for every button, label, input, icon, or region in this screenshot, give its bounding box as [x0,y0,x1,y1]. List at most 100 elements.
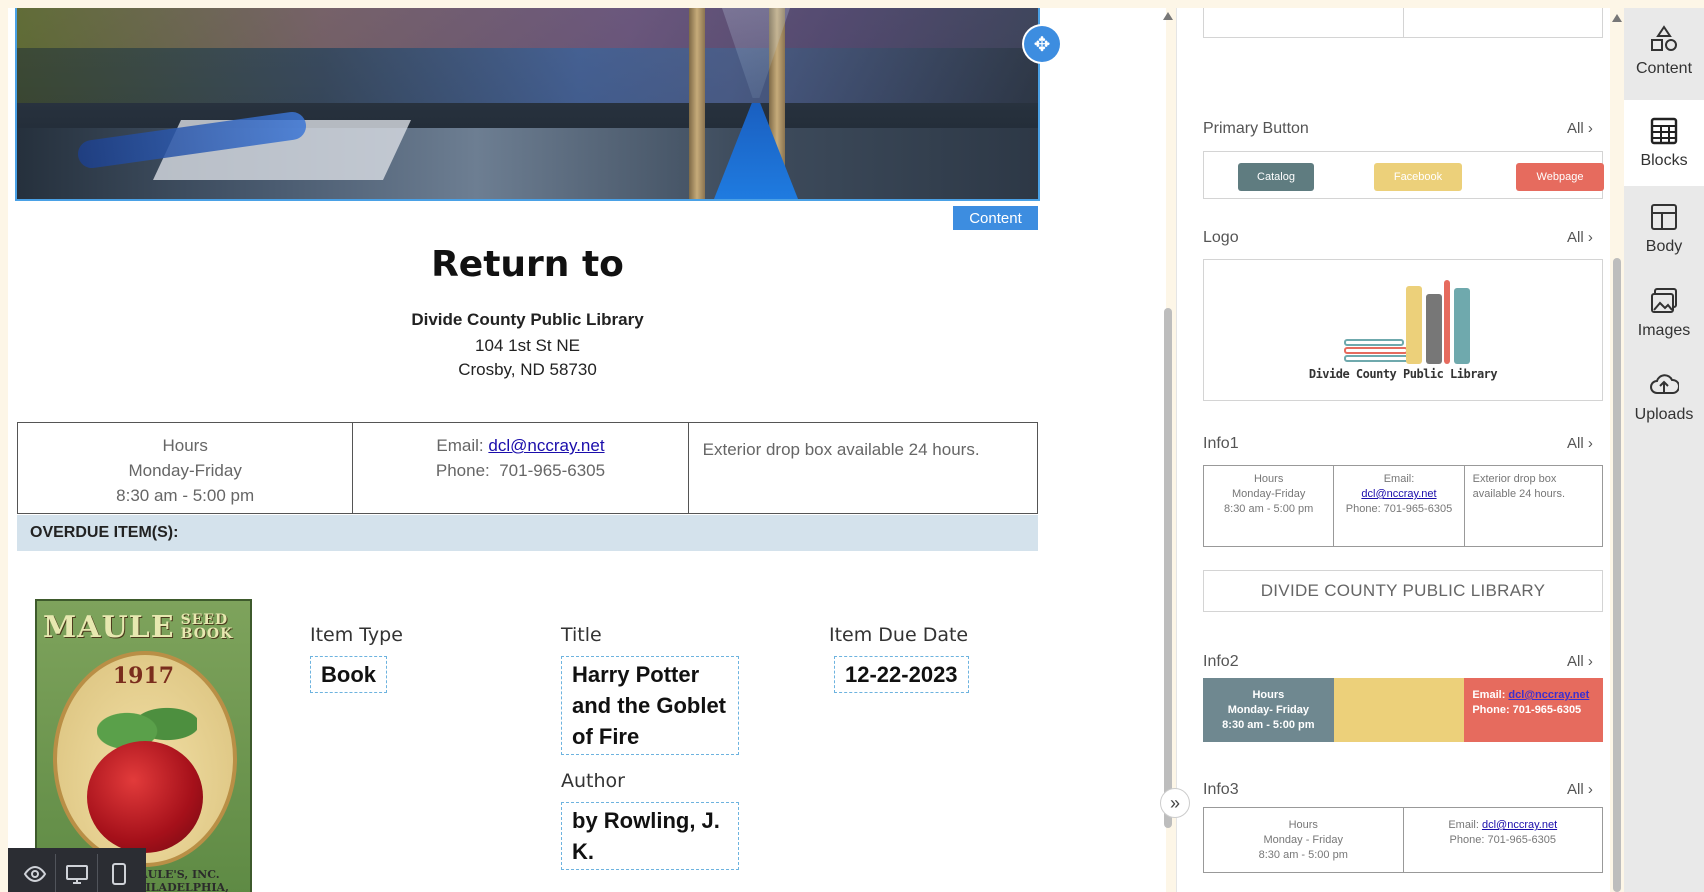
hours-label: Hours [162,436,208,455]
info1-days: Monday-Friday [1231,488,1306,500]
dropbox-text: Exterior drop box available 24 hours. [702,440,980,459]
tab-body-label: Body [1645,238,1683,255]
library-name: Divide County Public Library [411,310,644,329]
info3-block[interactable]: Hours Monday - Friday 8:30 am - 5:00 pm … [1203,807,1603,873]
panel-scroll-up-arrow-icon[interactable] [1612,14,1622,22]
webpage-button-preview: Webpage [1516,163,1604,191]
email-label: Email: [436,436,484,455]
hours-days: Monday-Friday [128,461,242,480]
panel-scrollbar-thumb[interactable] [1613,258,1621,892]
info1-block[interactable]: Hours Monday-Friday 8:30 am - 5:00 pm Em… [1203,465,1603,547]
section-title-logo: Logo [1203,229,1239,246]
info2-email: dcl@nccray.net [1508,689,1590,701]
info3-time: 8:30 am - 5:00 pm [1258,849,1348,861]
shapes-icon [1651,25,1677,51]
section-title-info2: Info2 [1203,653,1239,670]
canvas-scrollbar[interactable] [1163,8,1173,892]
preview-toolbar [8,848,146,892]
layout-icon [1651,204,1677,230]
tab-content-label: Content [1635,60,1693,77]
info3-email: dcl@nccray.net [1481,819,1558,831]
all-link-info1[interactable]: All › [1567,435,1593,452]
hours-time: 8:30 am - 5:00 pm [116,486,255,505]
blocks-icon [1650,117,1678,145]
info3-hours: Hours [1288,819,1318,831]
library-city: Crosby, ND 58730 [458,360,597,379]
due-date-label: Item Due Date [829,624,969,646]
library-street: 104 1st St NE [475,336,580,355]
all-link-info3[interactable]: All › [1567,781,1593,798]
title-label: Title [561,624,602,646]
email-editor: ✥ Content Return to Divide County Public… [0,0,1704,892]
info3-phone: Phone: 701-965-6305 [1449,834,1556,846]
library-logo-icon [1344,280,1474,364]
cover-year: 1917 [112,663,175,689]
scroll-up-arrow-icon[interactable] [1163,12,1173,20]
all-link-logo[interactable]: All › [1567,229,1593,246]
catalog-button-preview: Catalog [1238,163,1314,191]
block-preview-partial[interactable] [1203,8,1603,38]
cover-brand: MAULE [43,609,175,645]
email-link[interactable]: dcl@nccray.net [488,436,604,455]
desktop-view-icon[interactable] [56,854,98,892]
info1-phone: Phone: 701-965-6305 [1345,503,1453,515]
info1-time: 8:30 am - 5:00 pm [1224,503,1314,515]
info1-email: dcl@nccray.net [1361,488,1437,500]
item-type-value[interactable]: Book [310,656,387,693]
logo-block[interactable]: Divide County Public Library [1203,259,1603,401]
tab-uploads-label: Uploads [1634,406,1694,423]
item-type-label: Item Type [310,624,403,646]
section-title-info3: Info3 [1203,781,1239,798]
section-title-info1: Info1 [1203,435,1239,452]
return-title: Return to [431,244,624,285]
info2-hours: Hours [1252,689,1285,701]
tab-uploads[interactable]: Uploads [1624,354,1704,440]
tab-content[interactable]: Content [1624,8,1704,94]
tab-body[interactable]: Body [1624,186,1704,272]
hero-image[interactable] [15,8,1040,201]
move-icon[interactable]: ✥ [1024,26,1060,62]
tab-blocks[interactable]: Blocks [1624,100,1704,186]
phone-number: 701-965-6305 [499,461,606,480]
due-date-value[interactable]: 12-22-2023 [834,656,969,693]
cloud-upload-icon [1650,374,1679,394]
tab-images[interactable]: Images [1624,270,1704,356]
info1-hours: Hours [1253,473,1284,485]
overdue-header: OVERDUE ITEM(S): [17,515,1038,551]
tab-images-label: Images [1637,322,1691,339]
facebook-button-preview: Facebook [1374,163,1462,191]
primary-button-block[interactable]: Catalog Facebook Webpage [1203,151,1604,199]
scrollbar-thumb[interactable] [1164,308,1172,828]
preview-eye-icon[interactable] [14,854,56,892]
all-link-info2[interactable]: All › [1567,653,1593,670]
mobile-view-icon[interactable] [98,854,140,892]
panel-scrollbar[interactable] [1611,8,1623,892]
contact-cell: Email: dcl@nccray.net Phone: 701-965-630… [353,423,689,513]
phone-label: Phone: [435,461,490,480]
blocks-panel: Primary Button All › Catalog Facebook We… [1176,8,1610,892]
images-icon [1651,288,1677,313]
info2-time: 8:30 am - 5:00 pm [1222,719,1315,731]
info2-block[interactable]: Hours Monday- Friday 8:30 am - 5:00 pm E… [1203,678,1604,742]
info1-dropbox: Exterior drop box available 24 hours. [1472,473,1565,500]
info2-phone: Phone: 701-965-6305 [1472,704,1582,716]
logo-text: Divide County Public Library [1308,367,1498,381]
editor-tabs: Content Blocks Body Images Uploads [1624,8,1704,892]
info3-email-label: Email: [1448,819,1479,831]
info2-email-label: Email: [1472,689,1506,701]
tab-blocks-label: Blocks [1640,152,1688,169]
info3-days: Monday - Friday [1263,834,1343,846]
content-block-tag[interactable]: Content [953,206,1038,230]
info2-days: Monday- Friday [1227,704,1309,716]
title-value[interactable]: Harry Potter and the Goblet of Fire [561,656,739,755]
info-table[interactable]: Hours Monday-Friday 8:30 am - 5:00 pm Em… [17,422,1038,514]
author-label: Author [561,770,625,792]
all-link-primary-button[interactable]: All › [1567,120,1593,137]
author-value[interactable]: by Rowling, J. K. [561,802,739,870]
collapse-panel-icon[interactable]: » [1160,788,1190,818]
info1-email-label: Email: [1383,473,1415,485]
dropbox-cell: Exterior drop box available 24 hours. [689,423,1037,513]
email-canvas: ✥ Content Return to Divide County Public… [8,8,1166,892]
library-banner-block[interactable]: DIVIDE COUNTY PUBLIC LIBRARY [1203,570,1603,612]
section-title-primary-button: Primary Button [1203,120,1309,137]
